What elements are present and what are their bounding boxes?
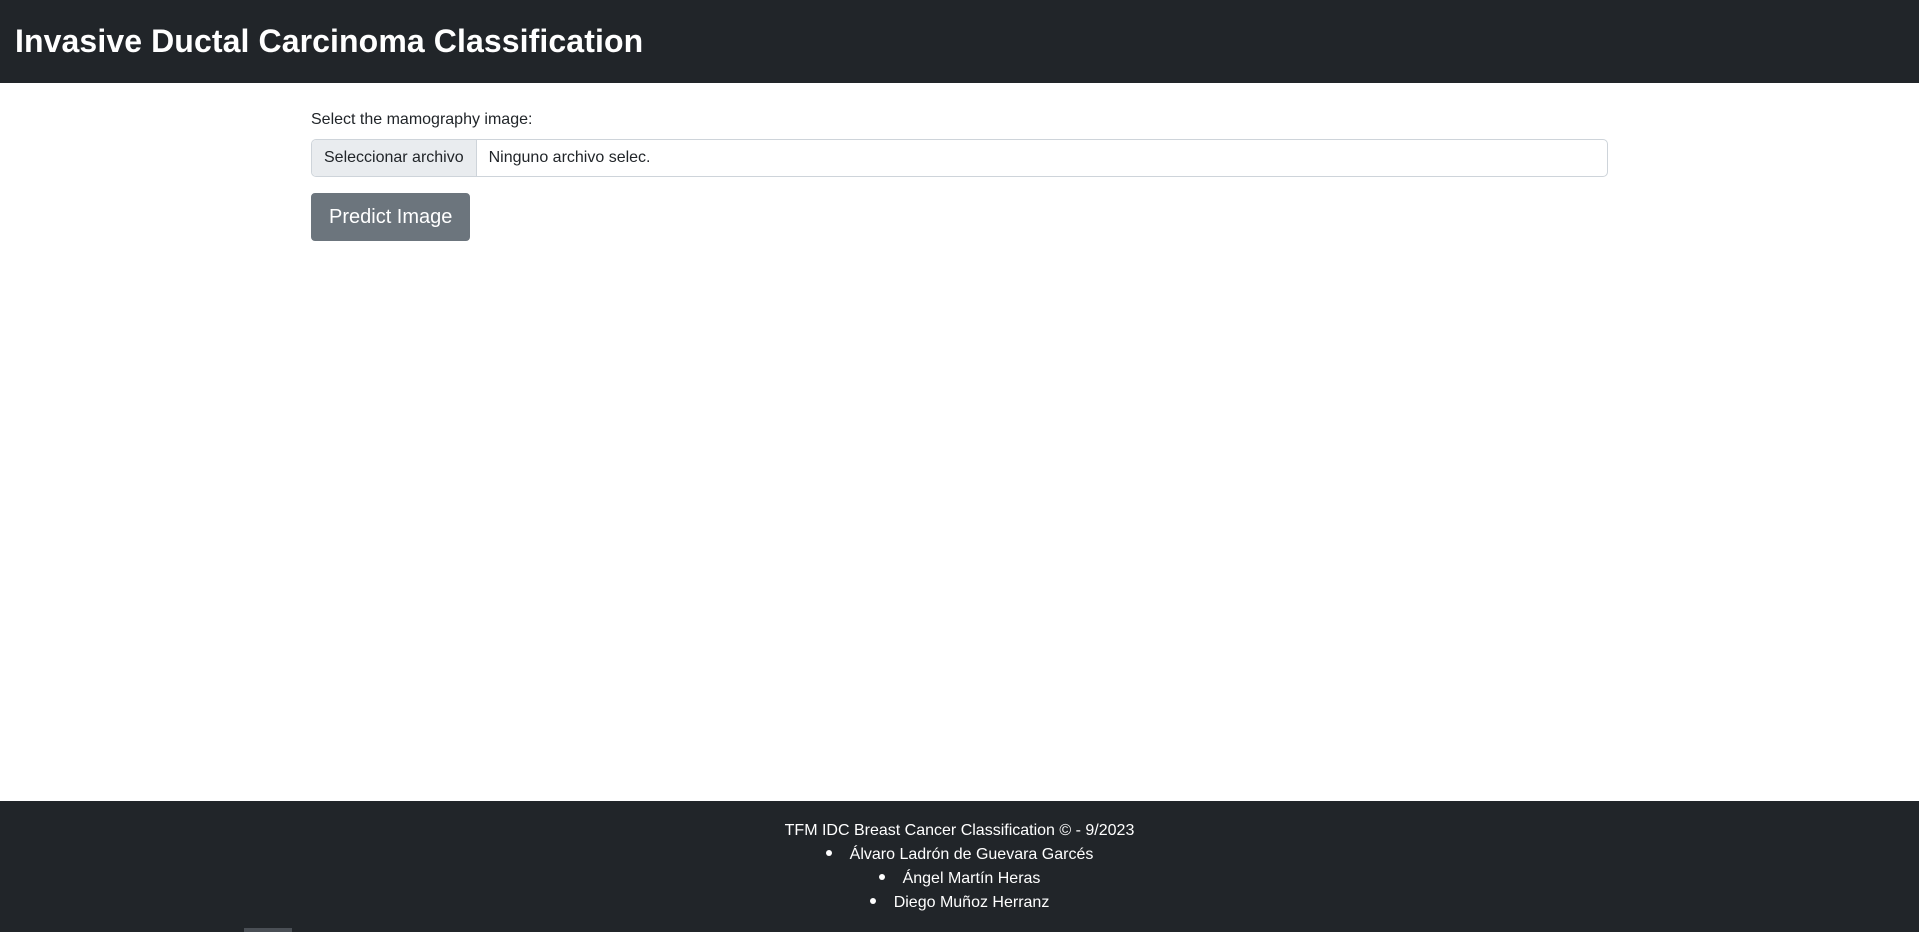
author-name: Álvaro Ladrón de Guevara Garcés (849, 846, 1094, 863)
author-name: Diego Muñoz Herranz (893, 894, 1050, 911)
file-status-text: Ninguno archivo selec. (488, 149, 651, 166)
author-item: Diego Muñoz Herranz (0, 891, 1919, 915)
page: Invasive Ductal Carcinoma Classification… (0, 0, 1919, 932)
file-input-label: Select the mamography image: (311, 111, 533, 128)
footer-copyright: TFM IDC Breast Cancer Classification © -… (784, 822, 1135, 839)
author-item: Ángel Martín Heras (0, 867, 1919, 891)
predict-image-button[interactable]: Predict Image (311, 193, 471, 241)
author-item: Álvaro Ladrón de Guevara Garcés (0, 843, 1919, 867)
taskbar-edge (244, 928, 292, 932)
footer: TFM IDC Breast Cancer Classification © -… (0, 801, 1919, 932)
choose-file-button[interactable]: Seleccionar archivo (312, 140, 477, 176)
navbar: Invasive Ductal Carcinoma Classification (0, 0, 1919, 83)
page-title: Invasive Ductal Carcinoma Classification (15, 23, 644, 59)
author-name: Ángel Martín Heras (902, 870, 1041, 887)
bullet-icon (878, 873, 885, 880)
bullet-icon (869, 897, 876, 904)
file-input[interactable]: Seleccionar archivo Ninguno archivo sele… (311, 139, 1608, 177)
authors-list: Álvaro Ladrón de Guevara Garcés Ángel Ma… (0, 843, 1919, 915)
bullet-icon (825, 849, 832, 856)
upload-form: Select the mamography image: Seleccionar… (311, 110, 1608, 241)
